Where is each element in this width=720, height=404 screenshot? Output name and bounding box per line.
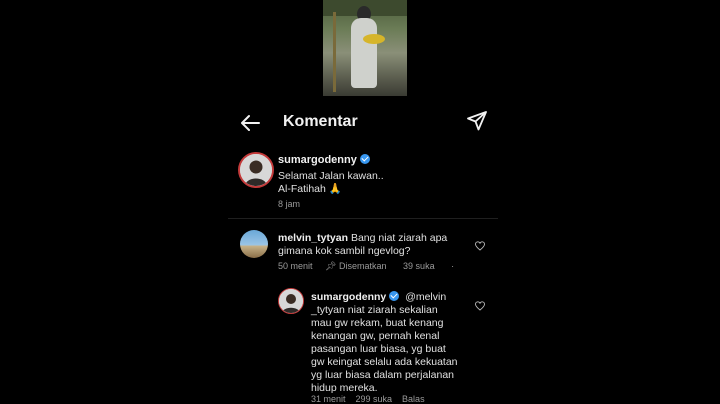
reply-line: kenangan gw, pernah kenal <box>311 330 440 342</box>
caption-text: Selamat Jalan kawan.. Al-Fatihah 🙏 <box>278 170 384 196</box>
avatar[interactable] <box>278 288 304 314</box>
verified-badge-icon <box>359 154 370 164</box>
caption-username-row[interactable]: sumargodenny <box>278 154 370 166</box>
avatar[interactable] <box>240 230 268 258</box>
reply-mention[interactable]: @melvin <box>405 291 446 303</box>
like-button[interactable] <box>475 298 485 316</box>
comment-likes[interactable]: 39 suka <box>403 261 435 271</box>
thumbnail-basket <box>363 34 385 44</box>
comment-line-2: gimana kok sambil ngevlog? <box>278 245 411 257</box>
caption-line-1: Selamat Jalan kawan.. <box>278 170 384 182</box>
reply-line: pasangan luar biasa, yg buat <box>311 343 446 355</box>
avatar-image <box>279 289 303 313</box>
more-options[interactable]: · <box>451 261 454 271</box>
comment-username[interactable]: melvin_tytyan <box>278 232 348 244</box>
heart-icon <box>475 301 485 311</box>
reply-text: sumargodenny @melvin _tytyan niat ziarah… <box>311 291 471 395</box>
comment-text: melvin_tytyan Bang niat ziarah apa giman… <box>278 232 468 258</box>
verified-badge-icon <box>389 291 400 301</box>
page-title: Komentar <box>283 113 358 130</box>
reply-line: gw keingat selalu ada kekuatan <box>311 356 458 368</box>
avatar[interactable] <box>238 152 274 188</box>
caption-time: 8 jam <box>278 199 301 209</box>
comment-time: 50 menit <box>278 261 313 271</box>
like-button[interactable] <box>475 238 485 256</box>
pinned-label: Disematkan <box>339 261 387 271</box>
reply-line: yg luar biasa dalam perjalanan <box>311 369 455 381</box>
avatar-image <box>240 154 272 186</box>
back-button[interactable] <box>238 112 262 134</box>
thumbnail-pole <box>333 12 336 92</box>
reply-line: _tytyan niat ziarah sekalian <box>311 304 438 316</box>
reply-line: mau gw rekam, buat kenang <box>311 317 444 329</box>
caption-username[interactable]: sumargodenny <box>278 154 357 166</box>
thumbnail-person <box>351 18 377 88</box>
comment-meta: 50 menit 📌︎ Disematkan 39 suka · <box>278 261 454 272</box>
arrow-left-icon <box>241 115 260 131</box>
divider <box>228 218 498 219</box>
caption-line-2: Al-Fatihah 🙏 <box>278 183 342 195</box>
video-thumbnail[interactable] <box>323 0 407 96</box>
pin-icon: 📌︎ <box>325 261 337 271</box>
paper-plane-icon <box>467 111 487 131</box>
reply-username[interactable]: sumargodenny <box>311 291 386 303</box>
share-button[interactable] <box>466 110 488 132</box>
comment-line-1: Bang niat ziarah apa <box>350 232 448 244</box>
reply-meta: 31 menit 299 suka Balas <box>311 394 425 404</box>
heart-icon <box>475 241 485 251</box>
